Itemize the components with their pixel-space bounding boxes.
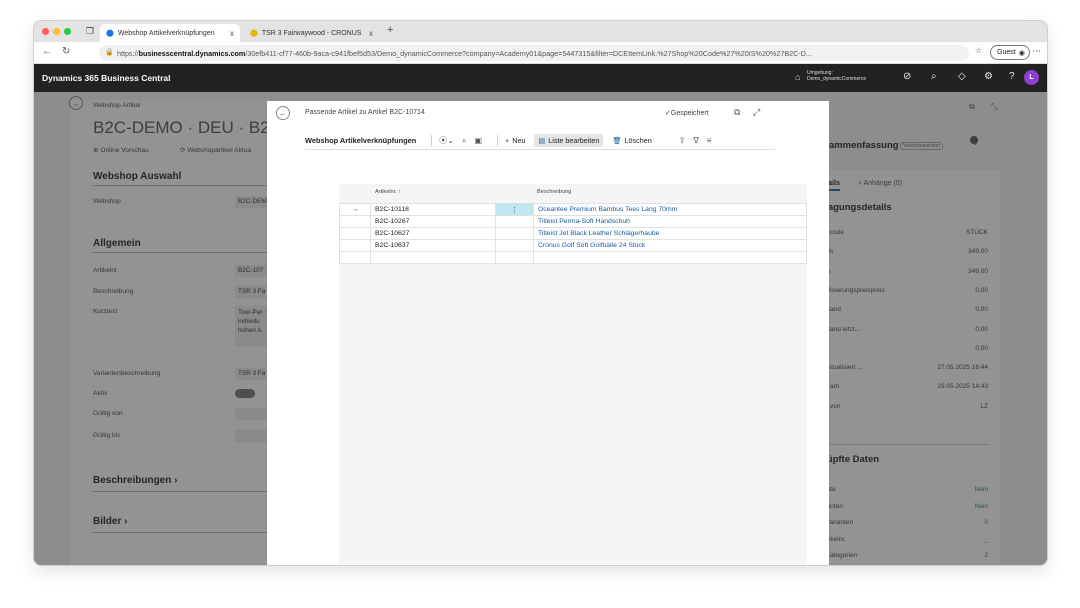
help-icon[interactable]: ?: [1009, 71, 1015, 82]
table-row[interactable]: B2C-10267 Titleist Perma-Soft Handschuh: [339, 215, 807, 228]
cell-description[interactable]: Titleist Perma-Soft Handschuh: [533, 215, 807, 228]
dialog-title: Passende Artikel zu Artikel B2C-10714: [305, 109, 425, 116]
row-marker: [339, 215, 371, 228]
profile-avatar-icon: ◉: [1018, 49, 1025, 57]
table-row[interactable]: B2C-10627 Titleist Jet Black Leather Schl…: [339, 227, 807, 240]
row-menu-icon[interactable]: [495, 215, 534, 228]
cell-item-no: B2C-10637: [370, 239, 496, 252]
url-field[interactable]: 🔒 https://businesscentral.dynamics.com/3…: [99, 45, 969, 61]
row-menu-icon[interactable]: [495, 239, 534, 252]
delete-button[interactable]: 🗑 Löschen: [612, 136, 651, 145]
saved-status: ✓Gespeichert: [665, 110, 709, 117]
app-header: Dynamics 365 Business Central ⌂ Umgebung…: [34, 64, 1047, 92]
settings-gear-icon[interactable]: ⚙: [984, 71, 993, 82]
bookmark-icon[interactable]: ⦿⌄: [439, 135, 454, 146]
tab-favicon-icon: ⬤: [106, 30, 114, 37]
row-menu-icon[interactable]: [495, 227, 534, 240]
tab-favicon-icon: ⬤: [250, 30, 258, 37]
tab-webshop-links[interactable]: ⬤ Webshop Artikelverknüpfungen x: [100, 24, 240, 42]
edit-list-icon: ▤: [538, 136, 546, 145]
filter-pane-icon[interactable]: ▣: [474, 136, 482, 145]
tab-title: Webshop Artikelverknüpfungen: [117, 29, 215, 37]
trash-icon: 🗑: [612, 136, 622, 145]
cell-description[interactable]: [533, 251, 807, 264]
page-name: Webshop Artikelverknüpfungen: [305, 136, 417, 145]
expand-icon[interactable]: ⤢: [753, 107, 760, 118]
search-icon[interactable]: ⌕: [462, 136, 466, 146]
environment-icon: ⌂: [795, 72, 801, 82]
row-menu-icon[interactable]: [495, 251, 534, 264]
tab-bar: ❐ ⬤ Webshop Artikelverknüpfungen x ⬤ TSR…: [34, 21, 1047, 42]
new-button[interactable]: + Neu: [505, 136, 525, 145]
environment-info: Umgebung: Demo_dynamicCommerce: [807, 70, 866, 82]
notification-icon[interactable]: ◇: [958, 71, 966, 82]
table-row[interactable]: [339, 251, 807, 264]
column-header-item-no[interactable]: Artikelnr. ↑: [375, 189, 401, 195]
row-menu-icon[interactable]: ⋮: [495, 203, 534, 216]
tab-title: TSR 3 Fairwaywood - CRONUS: [261, 29, 362, 37]
cell-item-no: B2C-10627: [370, 227, 496, 240]
close-window-icon[interactable]: [42, 28, 49, 35]
environment-value: Demo_dynamicCommerce: [807, 76, 867, 82]
copilot-icon[interactable]: ⊘: [903, 71, 911, 82]
browser-window: ❐ ⬤ Webshop Artikelverknüpfungen x ⬤ TSR…: [34, 21, 1047, 565]
divider: [497, 135, 499, 146]
table-row[interactable]: B2C-10637 Cronus Golf Soft Golfbälle 24 S…: [339, 239, 807, 252]
app-title[interactable]: Dynamics 365 Business Central: [42, 73, 171, 83]
back-arrow-icon[interactable]: ←: [42, 46, 52, 57]
items-table: → B2C-10118 ⋮ Oceantee Premium Bambus Tees …: [339, 203, 807, 264]
cell-item-no: B2C-10267: [370, 215, 496, 228]
column-header-description[interactable]: Beschreibung: [537, 189, 571, 195]
edit-list-button[interactable]: ▤ Liste bearbeiten: [534, 134, 604, 147]
filter-icon[interactable]: ∇: [693, 136, 698, 145]
maximize-window-icon[interactable]: [64, 28, 71, 35]
action-bar: Webshop Artikelverknüpfungen ⦿⌄ ⌕ ▣ + Neu…: [305, 132, 775, 150]
tab-close-icon[interactable]: x: [366, 29, 373, 38]
new-tab-button[interactable]: +: [387, 24, 393, 36]
address-bar: ← ↻ 🔒 https://businesscentral.dynamics.c…: [34, 42, 1047, 64]
dialog-back-icon[interactable]: ←: [276, 106, 290, 120]
row-marker: →: [339, 203, 371, 216]
row-marker: [339, 227, 371, 240]
plus-icon: +: [505, 136, 510, 145]
divider: [431, 135, 433, 146]
tab-fairwaywood[interactable]: ⬤ TSR 3 Fairwaywood - CRONUS x: [244, 24, 379, 42]
reload-icon[interactable]: ↻: [62, 46, 70, 57]
favorites-icon[interactable]: ☆: [975, 46, 982, 55]
row-marker: [339, 251, 371, 264]
table-row[interactable]: → B2C-10118 ⋮ Oceantee Premium Bambus Tees …: [339, 203, 807, 216]
url-path: /30efb411-cf77-460b-9aca-c941fbef5d53/De…: [245, 48, 812, 58]
lock-icon: 🔒: [105, 49, 114, 56]
url-host: businesscentral.dynamics.com: [138, 48, 246, 58]
row-marker: [339, 239, 371, 252]
search-icon[interactable]: ⌕: [931, 71, 937, 82]
related-items-dialog: ← Passende Artikel zu Artikel B2C-10714 …: [267, 101, 829, 565]
profile-button[interactable]: Guest ◉: [990, 45, 1030, 60]
cell-description[interactable]: Titleist Jet Black Leather Schlägerhaube: [533, 227, 807, 240]
cell-description[interactable]: Oceantee Premium Bambus Tees Lang 70mm: [533, 203, 807, 216]
list-options-icon[interactable]: ≡: [707, 136, 712, 145]
open-new-window-icon[interactable]: ⧉: [734, 107, 740, 118]
cell-item-no: [370, 251, 496, 264]
user-avatar[interactable]: L: [1024, 70, 1039, 85]
cell-description[interactable]: Cronus Golf Soft Golfbälle 24 Stück: [533, 239, 807, 252]
url-prefix: https://: [117, 48, 139, 58]
tab-actions-icon[interactable]: ❐: [86, 26, 94, 37]
profile-label: Guest: [997, 49, 1016, 56]
cell-item-no: B2C-10118: [370, 203, 496, 216]
share-icon[interactable]: ⇪: [679, 136, 686, 145]
more-options-icon[interactable]: ⋯: [1032, 46, 1041, 57]
tab-close-icon[interactable]: x: [227, 29, 234, 38]
minimize-window-icon[interactable]: [53, 28, 60, 35]
